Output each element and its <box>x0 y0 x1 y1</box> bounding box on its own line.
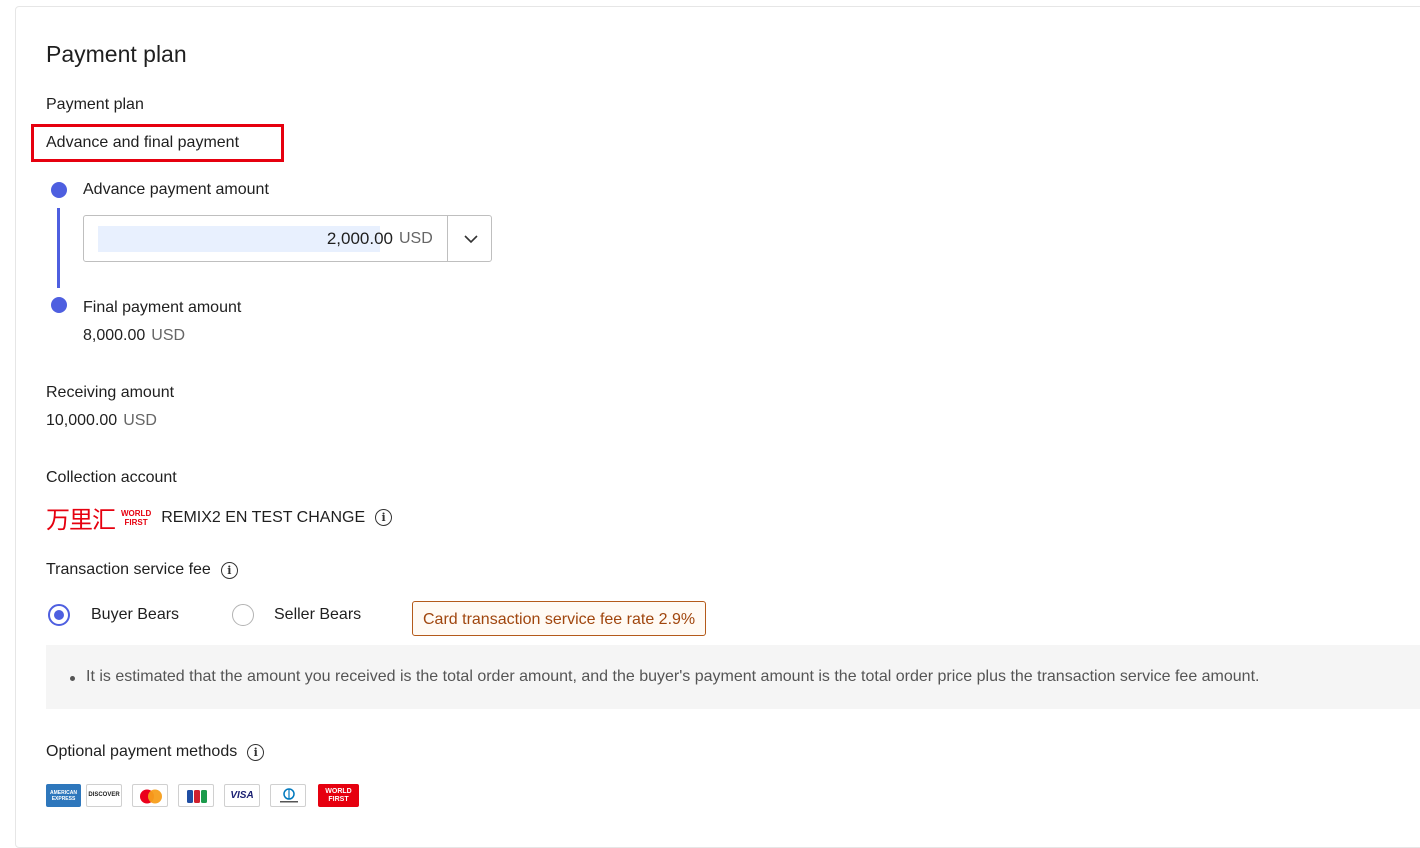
final-amount-currency: USD <box>151 327 186 344</box>
collection-account-label: Collection account <box>46 469 177 486</box>
collection-info-icon[interactable]: i <box>375 509 393 526</box>
payment-methods-label-row: Optional payment methods i <box>46 743 265 761</box>
seller-bears-label[interactable]: Seller Bears <box>274 606 361 624</box>
worldfirst-pm-word: WORLD <box>325 788 352 795</box>
discover-text: DISCOVER <box>88 792 120 798</box>
buyer-bears-label[interactable]: Buyer Bears <box>91 606 179 624</box>
advance-amount-input[interactable]: 2,000.00 USD <box>83 215 492 262</box>
receiving-amount-label: Receiving amount <box>46 384 175 401</box>
fee-label-row: Transaction service fee i <box>46 561 238 579</box>
note-bullet <box>70 676 75 681</box>
world-first-icon: WORLD FIRST <box>318 784 359 807</box>
timeline-line <box>57 208 60 288</box>
receiving-amount-value: 10,000.00 <box>46 412 118 429</box>
final-payment-label: Final payment amount <box>83 299 242 316</box>
receiving-amount-currency: USD <box>123 412 157 429</box>
diners-club-icon <box>270 784 306 807</box>
worldfirst-logo-first: FIRST <box>124 517 148 527</box>
collection-account-name: REMIX2 EN TEST CHANGE <box>161 508 366 526</box>
buyer-bears-radio[interactable] <box>48 604 70 626</box>
receiving-amount: 10,000.00 USD <box>46 412 157 430</box>
worldfirst-logo-cn: 万里汇 <box>46 506 116 534</box>
advance-timeline-dot <box>51 182 67 198</box>
fee-note-text: It is estimated that the amount you rece… <box>86 668 1260 685</box>
collection-account-row: 万里汇 WORLD FIRST REMIX2 EN TEST CHANGE i <box>46 500 393 535</box>
worldfirst-pm-text: WORLD FIRST <box>319 785 358 804</box>
input-divider <box>447 216 448 261</box>
amex-text: AMERICAN EXPRESS <box>50 790 77 802</box>
amex-icon: AMERICAN EXPRESS <box>46 784 81 807</box>
payment-methods-label: Optional payment methods <box>46 743 238 760</box>
jcb-icon <box>178 784 214 807</box>
fee-rate-badge: Card transaction service fee rate 2.9% <box>412 601 707 636</box>
discover-icon: DISCOVER <box>86 784 122 807</box>
fee-note: It is estimated that the amount you rece… <box>46 645 1420 709</box>
fee-info-icon[interactable]: i <box>220 561 238 579</box>
final-timeline-dot <box>51 297 67 313</box>
seller-bears-radio[interactable] <box>232 604 254 626</box>
methods-info-icon[interactable]: i <box>247 743 265 761</box>
visa-icon: VISA <box>224 784 260 807</box>
worldfirst-logo-en: WORLD FIRST <box>121 509 151 527</box>
final-amount-value: 8,000.00 <box>83 327 146 344</box>
final-payment-amount: 8,000.00 USD <box>83 327 185 345</box>
advance-amount-value[interactable]: 2,000.00 <box>327 229 393 249</box>
visa-text: VISA <box>230 790 254 801</box>
payment-plan-label: Payment plan <box>46 96 144 113</box>
transaction-fee-label: Transaction service fee <box>46 561 211 578</box>
mastercard-icon <box>132 784 168 807</box>
page-title: Payment plan <box>46 41 187 67</box>
worldfirst-pm-first: FIRST <box>328 796 349 803</box>
advance-amount-currency: USD <box>399 230 433 247</box>
payment-plan-value: Advance and final payment <box>46 134 240 151</box>
chevron-down-icon[interactable] <box>456 228 486 250</box>
worldfirst-logo-word: WORLD <box>121 508 152 518</box>
advance-payment-label: Advance payment amount <box>83 181 269 198</box>
